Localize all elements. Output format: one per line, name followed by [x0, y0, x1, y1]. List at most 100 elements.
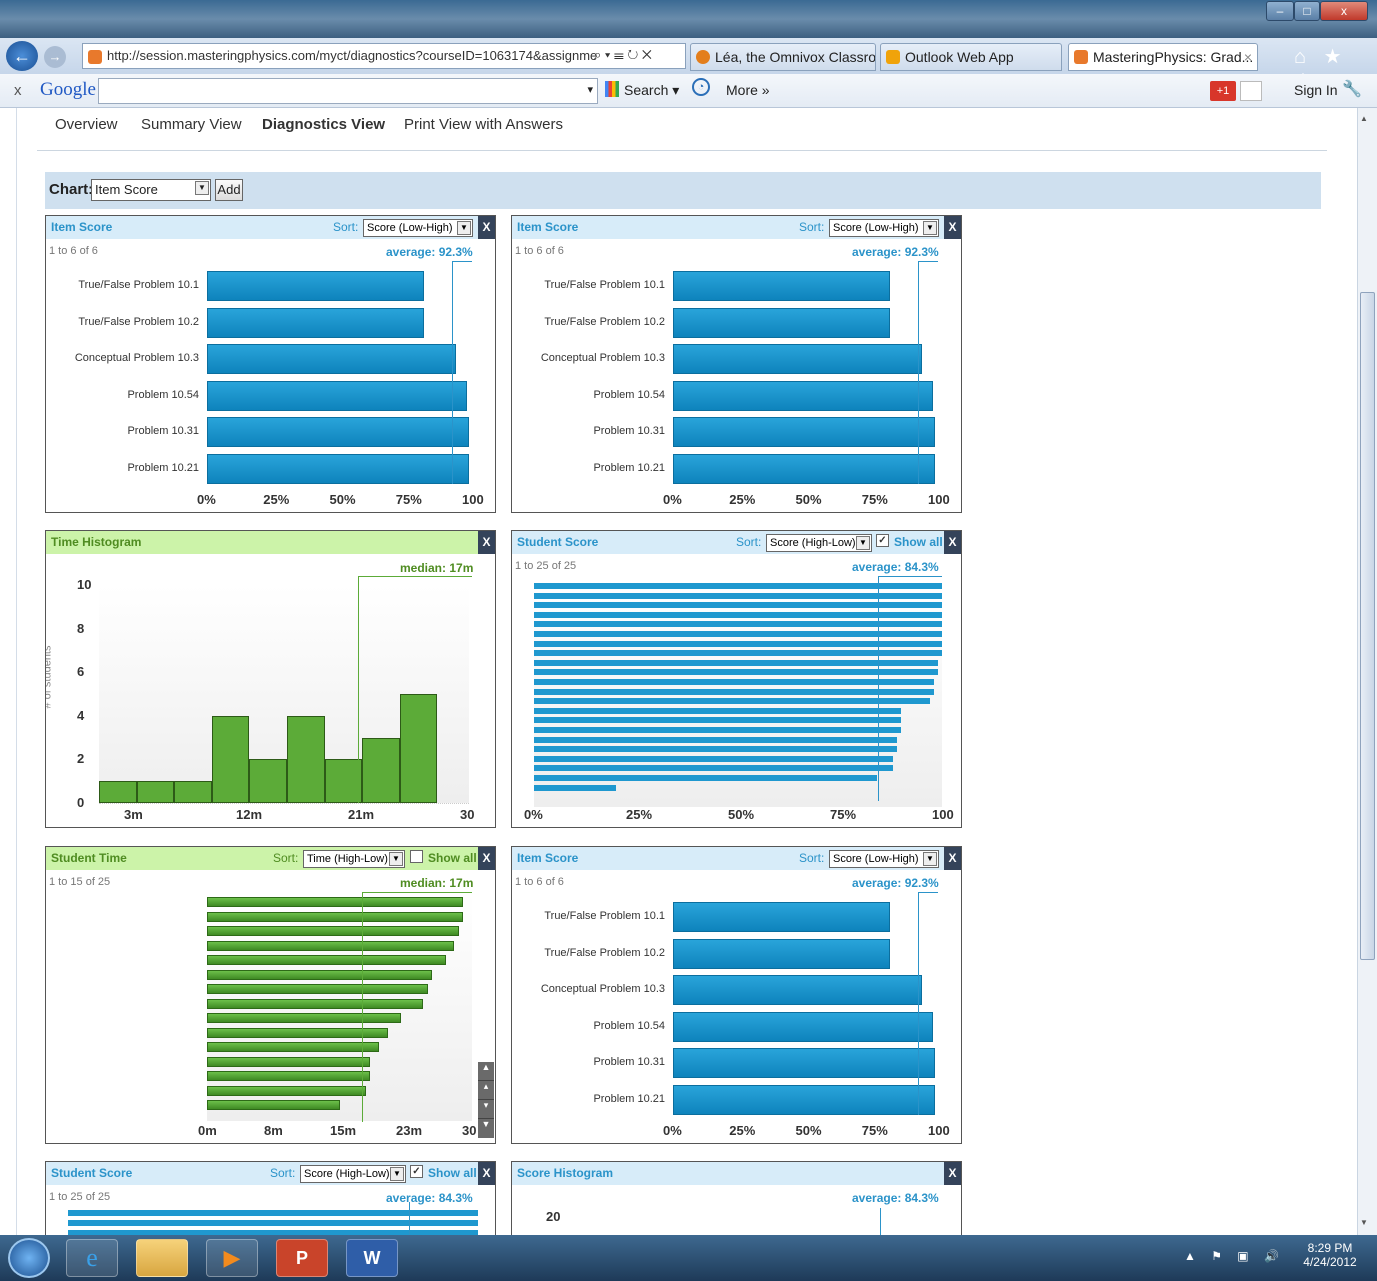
vertical-scrollbar[interactable]: ▲ ▼ — [1357, 108, 1377, 1235]
sort-select[interactable]: Score (Low-High) ▼ — [363, 219, 473, 237]
scroll-down-icon[interactable]: ▾ — [478, 1100, 494, 1119]
page-content: Overview Summary View Diagnostics View P… — [16, 108, 1344, 1235]
show-all-label[interactable]: Show all — [428, 847, 477, 869]
sort-select[interactable]: Time (High-Low) ▼ — [303, 850, 405, 868]
maximize-button[interactable]: □ — [1294, 1, 1320, 21]
panel-header: Student Score Sort: Score (High-Low) ▼ ✓ … — [46, 1162, 495, 1185]
forward-icon[interactable]: → — [44, 46, 66, 68]
close-panel-button[interactable]: X — [478, 216, 495, 239]
scroll-bottom-icon[interactable]: ▼ — [478, 1119, 494, 1138]
scroll-thumb[interactable] — [1360, 292, 1375, 960]
histogram-bar — [287, 715, 325, 803]
browser-address-row: ← → http://session.masteringphysics.com/… — [0, 38, 1377, 93]
google-logo: Google — [40, 79, 96, 100]
item-score-bar — [673, 1084, 936, 1115]
sort-label: Sort: — [736, 535, 762, 549]
tab-print-view[interactable]: Print View with Answers — [404, 116, 563, 133]
close-panel-button[interactable]: X — [944, 1162, 961, 1185]
panel-title: Student Time — [51, 851, 127, 865]
close-panel-button[interactable]: X — [478, 847, 495, 870]
show-all-checkbox[interactable]: ✓ — [410, 1165, 423, 1178]
close-window-button[interactable]: x — [1320, 1, 1368, 21]
y-tick-label: 0 — [77, 795, 85, 810]
sort-select[interactable]: Score (Low-High) ▼ — [829, 850, 939, 868]
tab-omnivox[interactable]: Léa, the Omnivox Classroo... — [690, 43, 876, 71]
google-search-icon — [605, 81, 619, 97]
close-panel-button[interactable]: X — [944, 531, 961, 554]
address-url: http://session.masteringphysics.com/myct… — [107, 48, 598, 63]
chart-type-select[interactable]: Item Score ▼ — [91, 179, 211, 201]
range-text: 1 to 6 of 6 — [49, 245, 98, 257]
word-icon[interactable]: W — [346, 1239, 398, 1277]
item-score-bar — [673, 417, 936, 447]
scroll-up-icon[interactable]: ▲ — [1360, 114, 1368, 123]
x-tick-label: 100 — [462, 492, 484, 507]
internet-explorer-icon[interactable]: e — [66, 1239, 118, 1277]
close-panel-button[interactable]: X — [478, 531, 495, 554]
show-all-label[interactable]: Show all — [894, 531, 943, 553]
average-line — [917, 261, 919, 484]
show-all-checkbox[interactable] — [410, 850, 423, 863]
tab-masteringphysics[interactable]: MasteringPhysics: Grad... × — [1068, 43, 1258, 71]
sort-label: Sort: — [273, 851, 299, 865]
close-panel-button[interactable]: X — [478, 1162, 495, 1185]
sort-select[interactable]: Score (High-Low) ▼ — [300, 1165, 406, 1183]
powerpoint-icon[interactable]: P — [276, 1239, 328, 1277]
wrench-icon[interactable]: 🔧 — [1342, 79, 1362, 99]
item-score-bar — [673, 307, 891, 338]
tab-overview[interactable]: Overview — [55, 116, 118, 133]
x-tick-label: 25% — [263, 492, 290, 507]
student-score-bar — [534, 717, 902, 724]
category-label: Conceptual Problem 10.3 — [74, 352, 199, 364]
scroll-top-icon[interactable]: ▲ — [478, 1062, 494, 1081]
search-button[interactable]: Search ▾ — [624, 82, 679, 99]
masteringphysics-favicon-icon — [1074, 50, 1088, 64]
x-tick-label: 50% — [329, 492, 356, 507]
student-score-bar — [68, 1220, 478, 1226]
student-score-bar — [534, 602, 942, 609]
outlook-favicon-icon — [886, 50, 900, 64]
category-label: Problem 10.31 — [593, 1056, 665, 1068]
google-search-input[interactable]: ▾ — [98, 78, 598, 104]
sort-select[interactable]: Score (High-Low) ▼ — [766, 534, 872, 552]
plus-one-button[interactable]: +1 — [1210, 81, 1236, 101]
clock[interactable]: 8:29 PM 4/24/2012 — [1290, 1241, 1370, 1269]
toolbar-close-icon[interactable]: x — [14, 82, 22, 99]
add-chart-button[interactable]: Add — [215, 179, 243, 201]
student-time-bar — [207, 1071, 371, 1081]
minimize-button[interactable]: – — [1266, 1, 1294, 21]
address-bar-tools-icon[interactable]: ⌕ ▾ ☰ ↻ ✕ — [594, 47, 652, 63]
scroll-down-icon[interactable]: ▼ — [1360, 1218, 1368, 1227]
close-tab-icon[interactable]: × — [1244, 44, 1252, 70]
range-text: 1 to 15 of 25 — [49, 876, 111, 888]
media-player-icon[interactable]: ▶ — [206, 1239, 258, 1277]
tab-summary-view[interactable]: Summary View — [141, 116, 242, 133]
chart-label: Chart: — [49, 181, 94, 198]
close-panel-button[interactable]: X — [944, 216, 961, 239]
student-score-bar — [534, 583, 942, 589]
clock-icon[interactable]: ◔ — [692, 78, 710, 96]
more-button[interactable]: More » — [726, 82, 770, 98]
back-icon[interactable]: ← — [6, 41, 38, 71]
show-all-label[interactable]: Show all — [428, 1162, 477, 1184]
start-button[interactable] — [8, 1238, 50, 1278]
tab-diagnostics-view[interactable]: Diagnostics View — [262, 116, 385, 133]
search-dropdown-icon[interactable]: ▾ — [587, 83, 593, 96]
x-tick-label: 0% — [663, 1123, 682, 1138]
category-label: Problem 10.31 — [127, 425, 199, 437]
y-tick-label: 10 — [77, 577, 92, 592]
show-all-checkbox[interactable]: ✓ — [876, 534, 889, 547]
item-score-bar — [673, 938, 891, 969]
scroll-up-icon[interactable]: ▴ — [478, 1081, 494, 1100]
tab-outlook[interactable]: Outlook Web App — [880, 43, 1062, 71]
panel-header: Student Score Sort: Score (High-Low) ▼ ✓ … — [512, 531, 961, 554]
tray-icons[interactable]: ▲ ⚑ ▣ 🔊 — [1184, 1249, 1285, 1263]
item-score-bar — [207, 417, 470, 447]
sort-select[interactable]: Score (Low-High) ▼ — [829, 219, 939, 237]
close-panel-button[interactable]: X — [944, 847, 961, 870]
sign-in-button[interactable]: Sign In — [1294, 82, 1338, 98]
average-label: average: 92.3% — [852, 876, 939, 890]
x-tick-label: 50% — [728, 807, 755, 822]
file-explorer-icon[interactable] — [136, 1239, 188, 1277]
student-score-bar — [534, 621, 942, 628]
